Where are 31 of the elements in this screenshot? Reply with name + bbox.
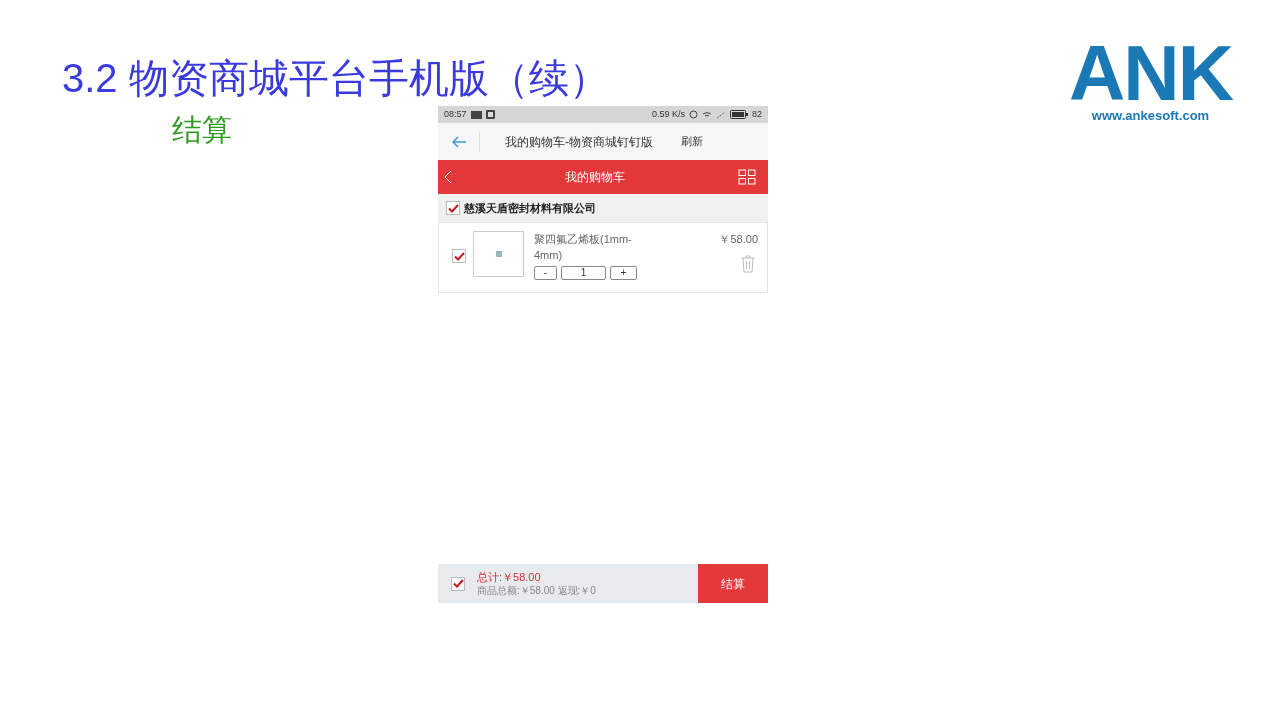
shop-name: 慈溪天盾密封材料有限公司 [464,200,596,216]
logo-url: www.ankesoft.com [1091,107,1210,125]
notification-icon [485,110,495,119]
quantity-field[interactable]: 1 [561,266,606,280]
broken-image-icon [495,251,502,257]
mail-icon [470,110,482,119]
app-bar-title: 我的购物车-物资商城钉钉版 [505,133,653,151]
wifi-icon [702,110,712,119]
battery-level: 82 [752,107,762,121]
network-speed: 0.59 K/s [651,107,685,121]
product-name: 聚四氟乙烯板(1mm-4mm) [534,232,633,263]
increment-button[interactable]: + [610,266,637,280]
checkbox[interactable] [452,249,466,263]
refresh-link[interactable]: 刷新 [681,133,703,150]
price-detail: 商品总额:￥58.00 返现:￥0 [477,584,596,597]
grid-icon[interactable] [738,169,756,185]
checkbox[interactable] [446,201,460,215]
decrement-button[interactable]: - [534,266,557,280]
total-price: 总计:￥58.00 [477,570,542,584]
checkout-button[interactable]: 结算 [698,564,768,603]
battery-icon [730,110,748,119]
status-time: 08:57 [444,107,467,121]
checkbox[interactable] [451,576,465,591]
back-arrow-icon[interactable] [451,135,467,148]
product-price: ￥58.00 [719,232,758,247]
back-chevron-icon[interactable] [444,170,452,184]
logo-mark: ANK [1069,40,1232,106]
page-title: 我的购物车 [564,169,626,186]
slide-title: 3.2 物资商城平台手机版（续） [62,55,609,102]
alarm-icon [689,110,698,119]
slide-subtitle: 结算 [172,112,232,148]
